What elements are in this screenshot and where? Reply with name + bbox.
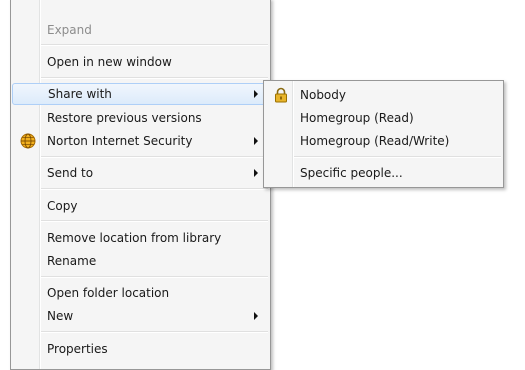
menu-separator bbox=[41, 156, 268, 158]
menu-item-label: Copy bbox=[47, 199, 78, 213]
share-with-submenu: Nobody Homegroup (Read) Homegroup (Read/… bbox=[263, 80, 504, 188]
menu-separator bbox=[41, 44, 268, 46]
menu-separator bbox=[41, 188, 268, 190]
menu-item-properties[interactable]: Properties bbox=[13, 338, 268, 360]
menu-item-expand: Expand bbox=[13, 19, 268, 41]
submenu-arrow-icon bbox=[254, 137, 258, 145]
menu-item-norton[interactable]: Norton Internet Security bbox=[13, 130, 268, 152]
menu-item-label: Rename bbox=[47, 254, 97, 268]
submenu-item-homegroup-read[interactable]: Homegroup (Read) bbox=[266, 107, 501, 129]
menu-item-open-new-window[interactable]: Open in new window bbox=[13, 51, 268, 73]
menu-separator bbox=[41, 331, 268, 333]
menu-item-label: Expand bbox=[47, 23, 92, 37]
submenu-item-nobody[interactable]: Nobody bbox=[266, 84, 501, 106]
menu-item-label: New bbox=[47, 309, 74, 323]
menu-item-rename[interactable]: Rename bbox=[13, 250, 268, 272]
menu-item-send-to[interactable]: Send to bbox=[13, 162, 268, 184]
menu-separator bbox=[41, 276, 268, 278]
menu-item-label: Remove location from library bbox=[47, 231, 222, 245]
menu-item-label: Share with bbox=[48, 87, 112, 101]
menu-item-copy[interactable]: Copy bbox=[13, 195, 268, 217]
menu-separator bbox=[41, 220, 268, 222]
submenu-arrow-icon bbox=[254, 90, 258, 98]
menu-item-label: Properties bbox=[47, 342, 108, 356]
menu-item-label: Open in new window bbox=[47, 55, 172, 69]
menu-item-label: Homegroup (Read/Write) bbox=[300, 134, 450, 148]
menu-item-open-folder-location[interactable]: Open folder location bbox=[13, 282, 268, 304]
menu-item-label: Restore previous versions bbox=[47, 111, 202, 125]
menu-separator bbox=[41, 77, 268, 79]
menu-separator bbox=[294, 156, 501, 158]
menu-item-label: Norton Internet Security bbox=[47, 134, 193, 148]
menu-item-restore-previous-versions[interactable]: Restore previous versions bbox=[13, 107, 268, 129]
menu-item-label: Nobody bbox=[300, 88, 346, 102]
menu-item-label: Send to bbox=[47, 166, 94, 180]
menu-item-share-with[interactable]: Share with bbox=[12, 83, 269, 105]
menu-item-remove-location[interactable]: Remove location from library bbox=[13, 227, 268, 249]
context-menu: Expand Open in new window Share with Res… bbox=[10, 0, 271, 370]
submenu-item-homegroup-readwrite[interactable]: Homegroup (Read/Write) bbox=[266, 130, 501, 152]
menu-item-label: Specific people... bbox=[300, 166, 403, 180]
submenu-arrow-icon bbox=[254, 169, 258, 177]
submenu-arrow-icon bbox=[254, 312, 258, 320]
menu-item-new[interactable]: New bbox=[13, 305, 268, 327]
menu-item-label: Homegroup (Read) bbox=[300, 111, 414, 125]
menu-item-label: Open folder location bbox=[47, 286, 170, 300]
norton-globe-icon bbox=[20, 133, 36, 149]
padlock-icon bbox=[273, 87, 289, 103]
submenu-item-specific-people[interactable]: Specific people... bbox=[266, 162, 501, 184]
